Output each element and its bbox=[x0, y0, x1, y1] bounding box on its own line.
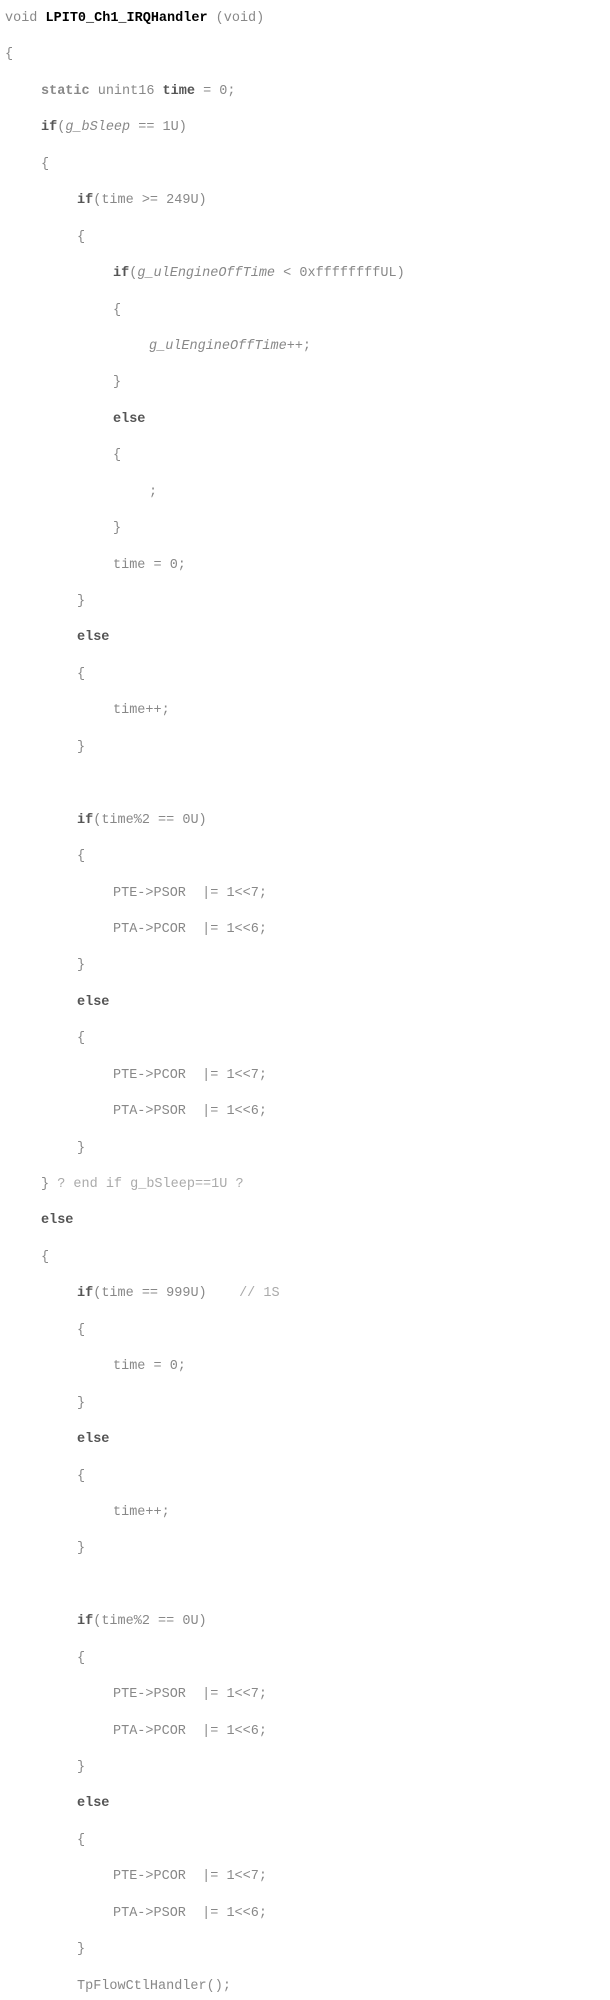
return-type: void bbox=[5, 11, 37, 26]
comment-end-sleep: ? end if g_bSleep==1U ? bbox=[57, 1177, 243, 1192]
type-unint16: unint16 bbox=[98, 84, 155, 99]
if-kw: if bbox=[41, 120, 57, 135]
pte-pcor: PTE->PCOR bbox=[113, 1068, 186, 1083]
hex-max: 0xffffffffUL bbox=[299, 266, 396, 281]
var-g-bsleep: g_bSleep bbox=[65, 120, 130, 135]
time-reset: time = 0; bbox=[113, 558, 186, 573]
time-inc: time++; bbox=[113, 703, 170, 718]
empty-stmt: ; bbox=[149, 485, 157, 500]
brace-open: { bbox=[5, 47, 13, 62]
params: (void) bbox=[216, 11, 265, 26]
else-kw: else bbox=[113, 412, 145, 427]
function-name: LPIT0_Ch1_IRQHandler bbox=[46, 11, 208, 26]
pta-psor: PTA->PSOR bbox=[113, 1104, 186, 1119]
pta-pcor: PTA->PCOR bbox=[113, 922, 186, 937]
tpflow-call: TpFlowCtlHandler(); bbox=[77, 1979, 231, 1994]
var-engineofftime: g_ulEngineOffTime bbox=[137, 266, 275, 281]
var-time: time bbox=[163, 84, 195, 99]
static-kw: static bbox=[41, 84, 90, 99]
pte-psor: PTE->PSOR bbox=[113, 886, 186, 901]
comment-1s: // 1S bbox=[239, 1286, 280, 1301]
code-block: void LPIT0_Ch1_IRQHandler (void) { stati… bbox=[5, 10, 605, 2000]
